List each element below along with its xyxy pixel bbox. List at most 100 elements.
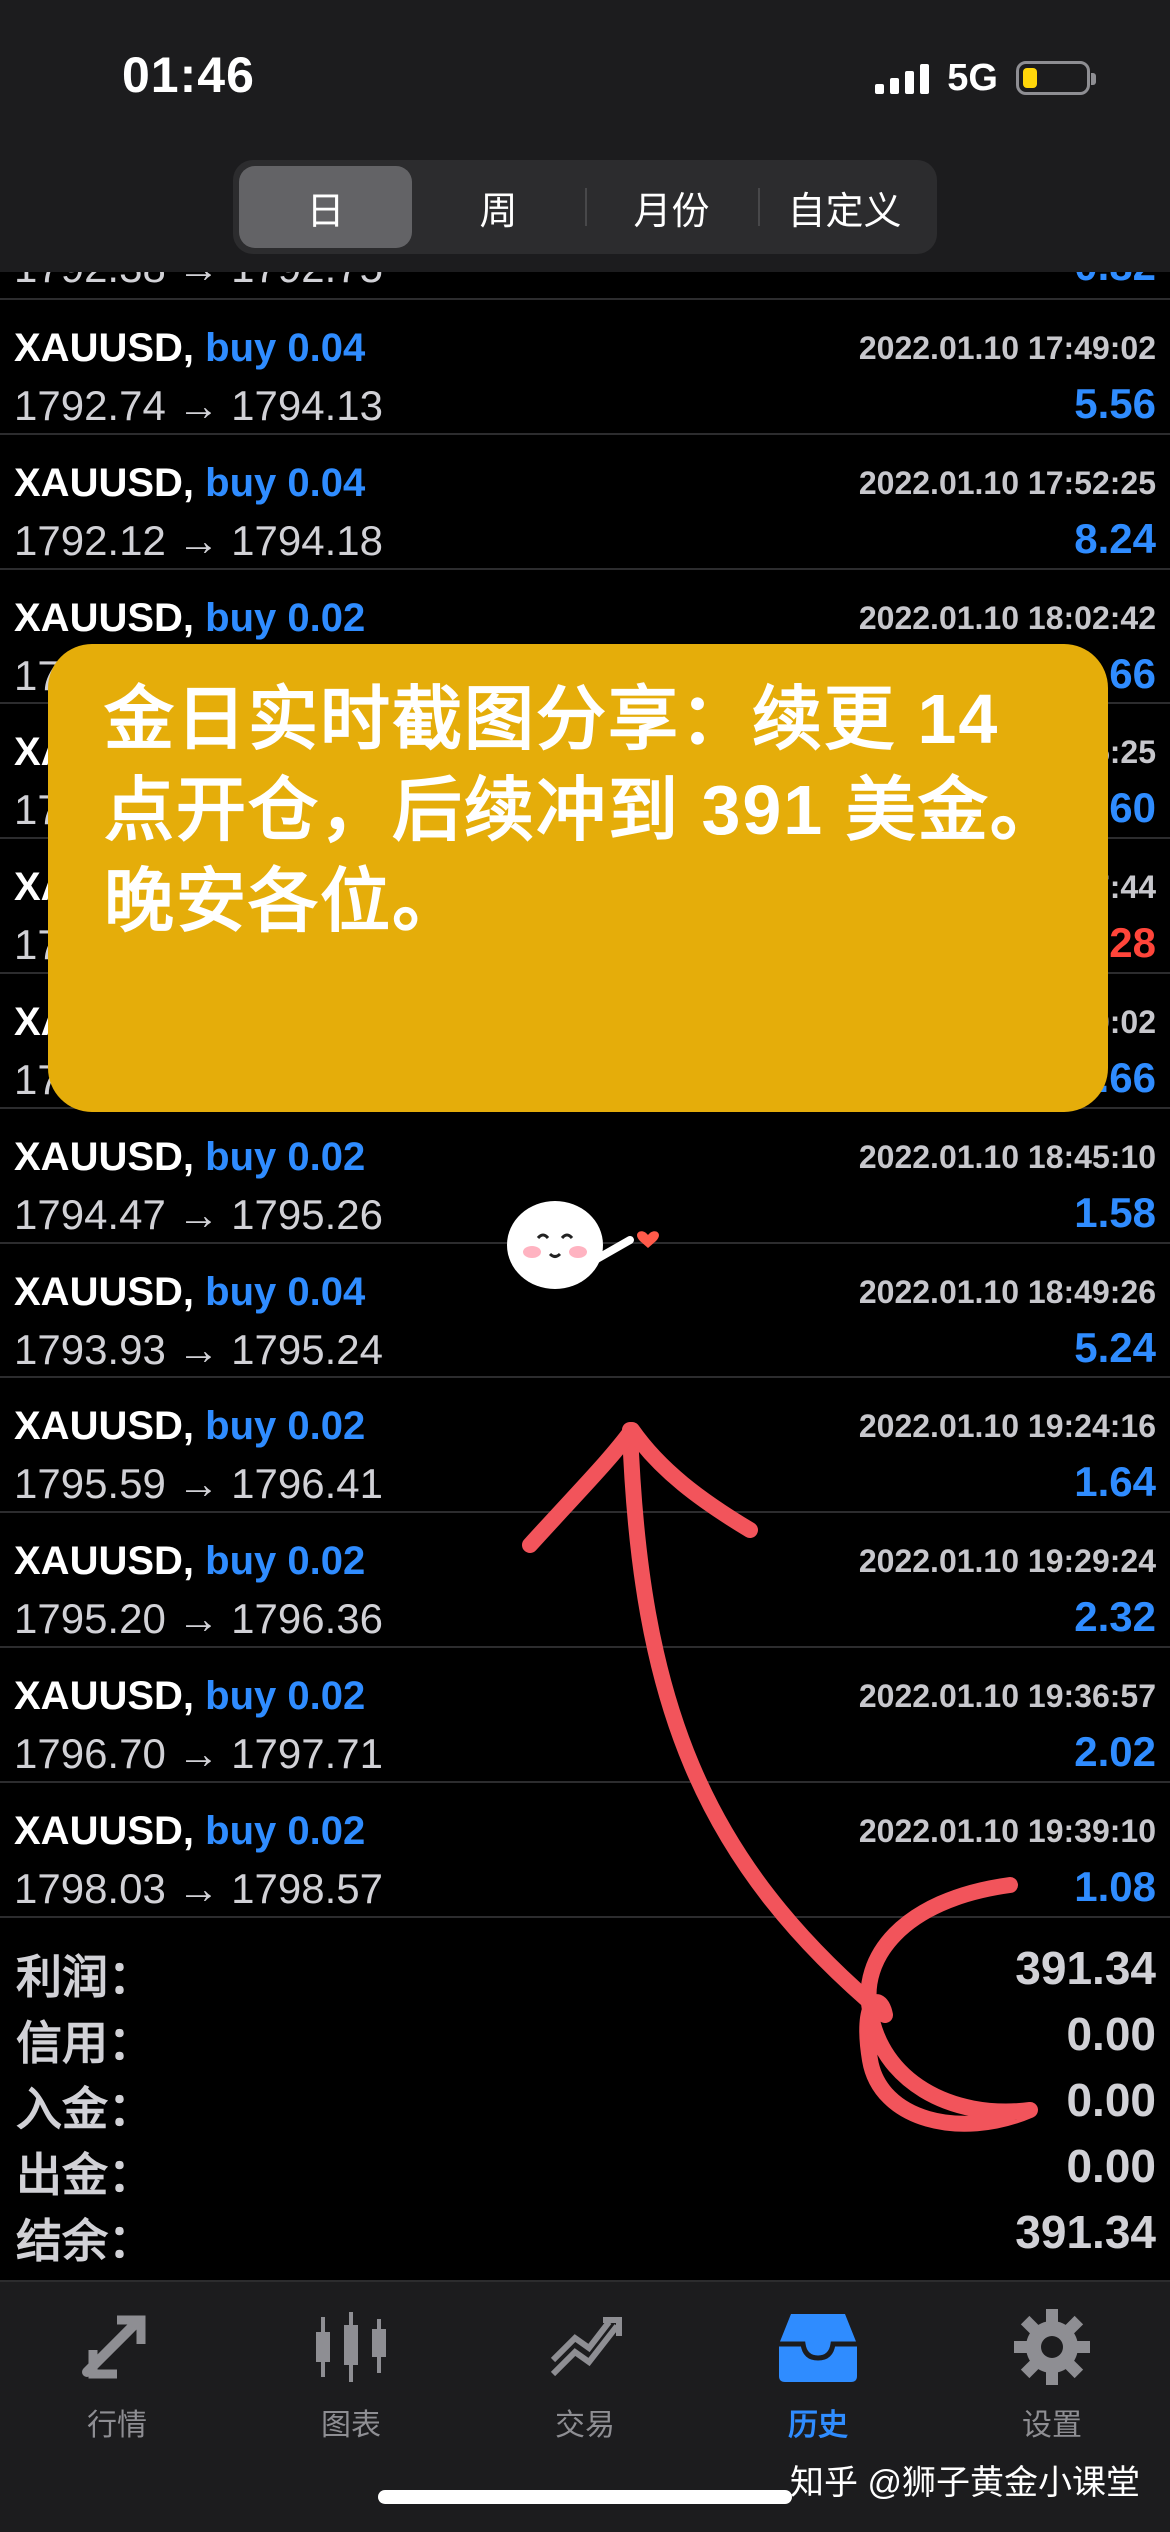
table-row[interactable]: XAUUSD, buy 0.02 2022.01.10 19:36:57 1796.… bbox=[0, 1648, 1170, 1783]
tab-label: 历史 bbox=[788, 2409, 848, 2442]
arrow-right-icon: → bbox=[165, 1190, 232, 1238]
trade-lots: 0.02 bbox=[287, 1539, 366, 1584]
summary-credit: 信用： 0.00 bbox=[0, 2001, 1170, 2069]
trade-prices: 1794.47 → 1795.26 bbox=[14, 1191, 383, 1239]
trade-profit: 5.24 bbox=[1074, 1323, 1156, 1371]
arrow-right-icon: → bbox=[165, 1325, 232, 1373]
tab-charts[interactable]: 图表 bbox=[251, 2302, 451, 2444]
period-selector: 日 周 月份 自定义 bbox=[233, 160, 937, 254]
table-row[interactable]: XAUUSD, buy 0.04 2022.01.10 17:49:02 1792.… bbox=[0, 300, 1170, 435]
open-price: 1792.12 bbox=[14, 516, 166, 564]
summary-deposit: 入金： 0.00 bbox=[0, 2067, 1170, 2135]
arrow-right-icon: → bbox=[165, 516, 232, 564]
summary-label: 出金： bbox=[16, 2149, 154, 2201]
trade-symbol-name: XAUUSD bbox=[14, 1269, 183, 1314]
tab-label: 交易 bbox=[555, 2409, 615, 2442]
trade-icon bbox=[550, 2317, 622, 2377]
separator: , bbox=[182, 1269, 206, 1314]
arrow-right-icon: → bbox=[165, 1729, 232, 1777]
trade-profit: 2.32 bbox=[1074, 1593, 1156, 1641]
arrow-right-icon: → bbox=[165, 1460, 232, 1508]
open-price: 1796.70 bbox=[14, 1729, 166, 1777]
header: 01:46 5G 日 周 月份 自定义 bbox=[0, 0, 1170, 272]
summary-profit: 利润： 391.34 bbox=[0, 1935, 1170, 2003]
trade-symbol-name: XAUUSD bbox=[14, 460, 183, 505]
trade-prices: 1795.20 → 1796.36 bbox=[14, 1595, 383, 1643]
summary-value: 391.34 bbox=[1015, 2206, 1156, 2258]
tab-settings[interactable]: 设置 bbox=[952, 2302, 1152, 2444]
summary-value: 0.00 bbox=[1066, 2008, 1156, 2060]
close-price: 1794.18 bbox=[231, 516, 383, 564]
home-indicator[interactable] bbox=[378, 2490, 792, 2504]
table-row[interactable]: XAUUSD, buy 0.04 2022.01.10 17:52:25 1792.… bbox=[0, 435, 1170, 570]
table-row[interactable]: XAUUSD, buy 0.02 2022.01.10 19:39:10 1798.… bbox=[0, 1783, 1170, 1918]
open-price: 1798.03 bbox=[14, 1864, 166, 1912]
trade-side: buy bbox=[205, 460, 277, 505]
trade-profit: 1.08 bbox=[1074, 1862, 1156, 1910]
tab-week[interactable]: 周 bbox=[412, 166, 585, 248]
summary-value: 391.34 bbox=[1015, 1942, 1156, 1994]
network-type: 5G bbox=[947, 56, 998, 99]
table-row[interactable]: XAUUSD, buy 0.02 2022.01.10 19:24:16 1795.… bbox=[0, 1378, 1170, 1514]
tab-day[interactable]: 日 bbox=[239, 166, 412, 248]
close-price: 1796.41 bbox=[231, 1460, 383, 1508]
trade-lots: 0.02 bbox=[287, 1808, 366, 1853]
trade-symbol-name: XAUUSD bbox=[14, 1404, 183, 1449]
separator: , bbox=[182, 1134, 206, 1179]
close-price: 1794.13 bbox=[231, 382, 383, 429]
trade-profit: 1.58 bbox=[1074, 1188, 1156, 1236]
trade-symbol: XAUUSD, buy 0.02 bbox=[14, 1539, 365, 1584]
trade-lots: 0.02 bbox=[287, 1404, 366, 1449]
trade-prices: 1792.74 → 1794.13 bbox=[14, 382, 383, 430]
trade-side: buy bbox=[205, 1808, 277, 1853]
trade-profit: 1.64 bbox=[1074, 1458, 1156, 1506]
status-time: 01:46 bbox=[122, 47, 255, 103]
open-price: 1793.93 bbox=[14, 1325, 166, 1373]
trade-side: buy bbox=[205, 1673, 277, 1718]
trade-symbol-name: XAUUSD bbox=[14, 1539, 183, 1584]
settings-icon bbox=[1014, 2309, 1090, 2385]
trade-profit: 8.24 bbox=[1074, 514, 1156, 562]
trade-time: 2022.01.10 17:49:02 bbox=[858, 330, 1156, 366]
chart-icon bbox=[316, 2312, 386, 2382]
trade-symbol-name: XAUUSD bbox=[14, 595, 183, 640]
summary-label: 信用： bbox=[16, 2017, 154, 2069]
quotes-icon bbox=[82, 2315, 146, 2379]
trade-symbol: XAUUSD, buy 0.02 bbox=[14, 1135, 365, 1180]
close-price: 1796.36 bbox=[231, 1595, 383, 1643]
summary-label: 结余： bbox=[16, 2215, 154, 2267]
table-row[interactable]: XAUUSD, buy 0.02 2022.01.10 19:29:24 1795.… bbox=[0, 1513, 1170, 1648]
tab-quotes[interactable]: 行情 bbox=[17, 2302, 217, 2444]
open-price: 1794.47 bbox=[14, 1190, 166, 1238]
tab-month[interactable]: 月份 bbox=[585, 166, 758, 248]
open-price: 1795.20 bbox=[14, 1595, 166, 1643]
trade-time: 2022.01.10 19:24:16 bbox=[858, 1408, 1156, 1445]
tab-history[interactable]: 历史 bbox=[718, 2302, 918, 2444]
trade-symbol: XAUUSD, buy 0.04 bbox=[14, 461, 365, 506]
trade-time: 2022.01.10 19:29:24 bbox=[858, 1543, 1156, 1580]
tab-trade[interactable]: 交易 bbox=[485, 2302, 685, 2444]
trade-profit: 2.02 bbox=[1074, 1727, 1156, 1775]
trade-prices: 1793.93 → 1795.24 bbox=[14, 1326, 383, 1374]
battery-icon bbox=[1016, 61, 1096, 95]
trade-lots: 0.04 bbox=[287, 1269, 366, 1314]
tab-custom[interactable]: 自定义 bbox=[758, 166, 931, 248]
separator: , bbox=[182, 1404, 206, 1449]
sticker-emoji-icon bbox=[507, 1201, 659, 1289]
separator: , bbox=[182, 1808, 206, 1853]
summary-value: 0.00 bbox=[1066, 2074, 1156, 2126]
tab-label: 行情 bbox=[87, 2409, 147, 2442]
trade-symbol-name: XAUUSD bbox=[14, 1673, 183, 1718]
arrow-right-icon: → bbox=[165, 382, 232, 429]
trade-prices: 1792.12 → 1794.18 bbox=[14, 517, 383, 565]
trade-symbol: XAUUSD, buy 0.04 bbox=[14, 326, 365, 371]
trade-side: buy bbox=[205, 1539, 277, 1584]
separator: , bbox=[182, 326, 206, 370]
signal-icon bbox=[875, 62, 930, 94]
trade-lots: 0.02 bbox=[287, 595, 366, 640]
summary-value: 0.00 bbox=[1066, 2140, 1156, 2192]
trade-side: buy bbox=[205, 1269, 277, 1314]
trade-lots: 0.02 bbox=[287, 1673, 366, 1718]
trade-time: 2022.01.10 18:49:26 bbox=[858, 1273, 1156, 1310]
trade-side: buy bbox=[205, 326, 277, 370]
